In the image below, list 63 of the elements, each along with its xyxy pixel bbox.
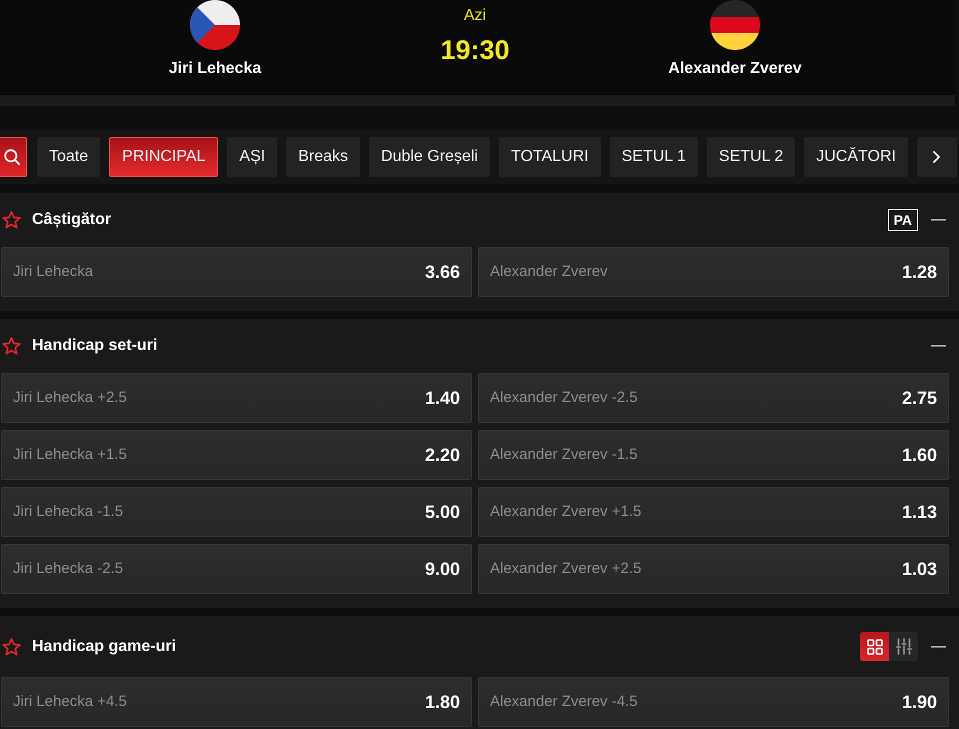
odds-button[interactable]: Alexander Zverev +2.5 1.03 bbox=[478, 544, 949, 594]
odds-value: 2.20 bbox=[424, 444, 460, 466]
tab[interactable]: SETUL 2 bbox=[706, 137, 796, 177]
star-icon[interactable] bbox=[2, 211, 21, 229]
market-title: Handicap set-uri bbox=[32, 336, 158, 356]
tab[interactable]: Toate bbox=[37, 137, 100, 177]
selection-label: Alexander Zverev -4.5 bbox=[490, 692, 638, 712]
player-name: Jiri Lehecka bbox=[168, 59, 262, 79]
grid-icon bbox=[866, 638, 882, 654]
odds-value: 1.60 bbox=[902, 444, 937, 466]
tab[interactable]: PRINCIPAL bbox=[109, 137, 218, 177]
odds-value: 2.75 bbox=[902, 386, 937, 410]
odds-value: 9.00 bbox=[424, 558, 460, 580]
sliders-icon bbox=[896, 638, 912, 655]
odds-value: 1.28 bbox=[902, 260, 937, 284]
selection-label: Jiri Lehecka -1.5 bbox=[13, 502, 124, 522]
odds-button[interactable]: Alexander Zverev 1.28 bbox=[478, 247, 949, 297]
selection-label: Alexander Zverev +1.5 bbox=[490, 502, 642, 522]
odds-value: 1.90 bbox=[902, 690, 937, 714]
odds-button[interactable]: Jiri Lehecka +1.5 2.20 bbox=[1, 430, 472, 480]
star-icon[interactable] bbox=[2, 638, 21, 656]
odds-value: 5.00 bbox=[424, 500, 460, 524]
odds-value: 1.40 bbox=[424, 386, 460, 410]
odds-button[interactable]: Alexander Zverev -1.5 1.60 bbox=[478, 430, 949, 480]
odds-button[interactable]: Jiri Lehecka +2.5 1.40 bbox=[1, 373, 472, 423]
selection-label: Alexander Zverev bbox=[490, 262, 608, 282]
tab[interactable]: AȘI bbox=[227, 137, 278, 177]
search-icon bbox=[4, 149, 20, 165]
odds-button[interactable]: Alexander Zverev -4.5 1.90 bbox=[478, 677, 949, 727]
grid-view-button[interactable] bbox=[860, 632, 889, 661]
odds-value: 1.80 bbox=[424, 690, 460, 714]
selection-label: Jiri Lehecka +4.5 bbox=[13, 692, 127, 712]
tab[interactable]: TOTALURI bbox=[498, 137, 601, 177]
odds-button[interactable]: Jiri Lehecka 3.66 bbox=[1, 247, 472, 297]
tab[interactable]: Duble Greșeli bbox=[369, 137, 490, 177]
odds-button[interactable]: Jiri Lehecka -1.5 5.00 bbox=[1, 487, 472, 537]
odds-button[interactable]: Jiri Lehecka +4.5 1.80 bbox=[1, 677, 472, 727]
odds-button[interactable]: Alexander Zverev +1.5 1.13 bbox=[478, 487, 949, 537]
tab[interactable]: SETUL 1 bbox=[610, 137, 698, 177]
star-icon[interactable] bbox=[2, 337, 21, 355]
tab[interactable]: JUCĂTORI bbox=[804, 137, 908, 177]
match-time: 19:30 bbox=[440, 35, 510, 65]
odds-button[interactable]: Alexander Zverev -2.5 2.75 bbox=[478, 373, 949, 423]
odds-value: 1.03 bbox=[902, 558, 937, 580]
player-name: Alexander Zverev bbox=[668, 59, 802, 79]
selection-label: Jiri Lehecka -2.5 bbox=[13, 558, 124, 579]
selection-label: Jiri Lehecka +2.5 bbox=[13, 388, 127, 408]
selection-label: Alexander Zverev +2.5 bbox=[490, 558, 642, 579]
market-title: Câștigător bbox=[32, 210, 112, 230]
pa-badge[interactable]: PA bbox=[888, 209, 918, 231]
match-day: Azi bbox=[464, 5, 486, 27]
tab[interactable]: Breaks bbox=[286, 137, 360, 177]
selection-label: Jiri Lehecka bbox=[13, 262, 94, 282]
chevron-right-icon bbox=[932, 151, 940, 163]
selection-label: Alexander Zverev -2.5 bbox=[490, 388, 638, 408]
flag-icon bbox=[710, 0, 760, 50]
odds-value: 1.13 bbox=[902, 500, 937, 524]
selection-label: Alexander Zverev -1.5 bbox=[490, 444, 638, 465]
flag-icon bbox=[190, 0, 240, 50]
selection-label: Jiri Lehecka +1.5 bbox=[13, 444, 127, 465]
odds-value: 3.66 bbox=[424, 260, 460, 284]
odds-button[interactable]: Jiri Lehecka -2.5 9.00 bbox=[1, 544, 472, 594]
market-title: Handicap game-uri bbox=[32, 636, 176, 656]
